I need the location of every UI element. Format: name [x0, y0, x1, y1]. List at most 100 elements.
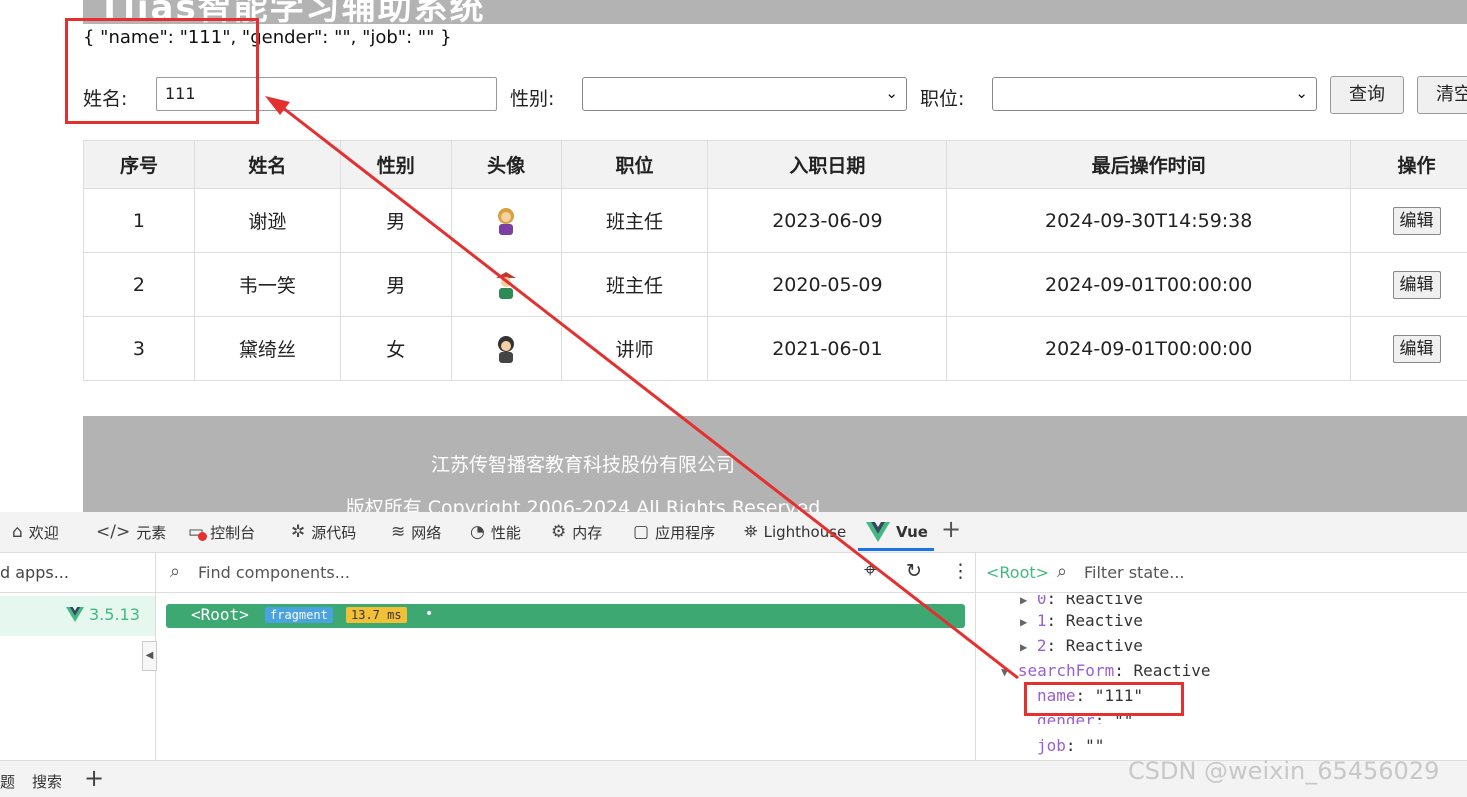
vue-icon	[66, 607, 84, 622]
edit-button[interactable]: 编辑	[1393, 207, 1441, 235]
caret-down-icon: ▼	[1001, 665, 1008, 679]
bottom-tab-search[interactable]: 搜索	[32, 771, 62, 792]
tab-memory[interactable]: ⚙ 内存	[551, 512, 602, 552]
job-label: 职位:	[920, 84, 964, 111]
avatar-image	[492, 206, 520, 236]
avatar-image	[492, 270, 520, 300]
column-header: 入职日期	[708, 141, 947, 189]
home-icon: ⌂	[12, 522, 23, 542]
state-row[interactable]: ▶ 2: Reactive	[1020, 636, 1143, 655]
cell-name: 黛绮丝	[194, 317, 340, 381]
cell-update-time: 2024-09-01T00:00:00	[947, 253, 1351, 317]
gender-select[interactable]: ⌄	[582, 77, 907, 111]
cell-avatar	[451, 317, 561, 381]
fragment-badge: fragment	[265, 607, 333, 623]
add-tab-icon[interactable]: +	[941, 515, 961, 543]
column-header: 操作	[1351, 141, 1467, 189]
tab-label: 源代码	[311, 522, 356, 543]
tab-label: Lighthouse	[764, 523, 847, 541]
dot-icon: •	[425, 606, 433, 622]
table-header-row: 序号 姓名 性别 头像 职位 入职日期 最后操作时间 操作	[84, 141, 1467, 189]
cell-actions: 编辑	[1351, 189, 1467, 253]
edit-button[interactable]: 编辑	[1393, 335, 1441, 363]
render-time-badge: 13.7 ms	[346, 607, 407, 623]
tab-application[interactable]: ▢应用程序	[633, 512, 715, 552]
tab-welcome[interactable]: ⌂欢迎	[12, 512, 59, 552]
console-icon: ▭	[188, 522, 204, 542]
edit-button[interactable]: 编辑	[1393, 271, 1441, 299]
target-icon[interactable]: ⌖	[864, 558, 876, 583]
avatar-image	[492, 334, 520, 364]
cell-update-time: 2024-09-30T14:59:38	[947, 189, 1351, 253]
column-header: 头像	[451, 141, 561, 189]
collapse-pane-button[interactable]: ◀	[142, 641, 157, 671]
table-row: 2 韦一笑 男 班主任 2020-05-09 2024-09-01T00:00:…	[84, 253, 1467, 317]
tab-console[interactable]: ▭ 控制台	[188, 512, 255, 552]
chip-icon: ⚙	[551, 522, 566, 542]
cell-job: 班主任	[561, 189, 708, 253]
gauge-icon: ◔	[470, 522, 485, 542]
cell-index: 1	[84, 189, 195, 253]
cell-name: 谢逊	[194, 189, 340, 253]
cell-update-time: 2024-09-01T00:00:00	[947, 317, 1351, 381]
cell-index: 3	[84, 317, 195, 381]
table-row: 3 黛绮丝 女 讲师 2021-06-01 2024-09-01T00:00:0…	[84, 317, 1467, 381]
footer-company: 江苏传智播客教育科技股份有限公司	[83, 450, 1083, 477]
tab-lighthouse[interactable]: ⛯Lighthouse	[744, 512, 846, 552]
add-tab-icon[interactable]: +	[84, 764, 104, 792]
cell-actions: 编辑	[1351, 317, 1467, 381]
cell-entry-date: 2021-06-01	[708, 317, 947, 381]
column-header: 职位	[561, 141, 708, 189]
column-header: 姓名	[194, 141, 340, 189]
tab-label: 性能	[491, 522, 521, 543]
tab-network[interactable]: ≋网络	[391, 512, 441, 552]
chevron-down-icon: ⌄	[885, 84, 898, 102]
vue-version: 3.5.13	[89, 605, 140, 624]
gender-label: 性别:	[510, 84, 554, 111]
state-key: 2	[1037, 636, 1047, 655]
cell-job: 讲师	[561, 317, 708, 381]
tab-label: 应用程序	[655, 522, 715, 543]
caret-right-icon: ▶	[1020, 640, 1027, 654]
refresh-icon[interactable]: ↻	[906, 560, 922, 582]
job-select[interactable]: ⌄	[992, 77, 1317, 111]
caret-right-icon: ▶	[1020, 615, 1027, 629]
pane-divider	[0, 592, 1467, 593]
state-key: 1	[1037, 611, 1047, 630]
more-options-icon[interactable]: ⋮	[951, 560, 970, 582]
highlight-box-state-name	[1024, 682, 1184, 716]
cell-entry-date: 2020-05-09	[708, 253, 947, 317]
tab-label: 控制台	[210, 522, 255, 543]
apps-search-input[interactable]: d apps...	[0, 563, 69, 582]
cell-gender: 男	[340, 253, 451, 317]
column-header: 最后操作时间	[947, 141, 1351, 189]
cell-avatar	[451, 253, 561, 317]
chevron-down-icon: ⌄	[1295, 84, 1308, 102]
bottom-tab[interactable]: 题	[0, 771, 15, 792]
cell-avatar	[451, 189, 561, 253]
state-row[interactable]: ▶ 1: Reactive	[1020, 611, 1143, 630]
highlight-box-name-input	[65, 18, 259, 124]
state-value: Reactive	[1133, 661, 1210, 680]
tab-vue[interactable]: Vue	[866, 512, 928, 552]
tab-label: Vue	[896, 523, 928, 541]
find-components-input[interactable]: Find components...	[198, 563, 350, 582]
state-value: Reactive	[1066, 636, 1143, 655]
cell-job: 班主任	[561, 253, 708, 317]
tab-label: 元素	[136, 522, 166, 543]
search-icon: ⌕	[1057, 561, 1067, 582]
employee-table: 序号 姓名 性别 头像 职位 入职日期 最后操作时间 操作 1 谢逊 男 班主任…	[83, 140, 1467, 381]
filter-state-input[interactable]: Filter state...	[1084, 563, 1185, 582]
state-key: searchForm	[1018, 661, 1114, 680]
clear-button[interactable]: 清空	[1417, 76, 1467, 114]
tab-performance[interactable]: ◔ 性能	[470, 512, 521, 552]
state-row[interactable]: ▼ searchForm: Reactive	[1001, 661, 1211, 680]
state-row[interactable]: job: ""	[1037, 736, 1104, 755]
query-button[interactable]: 查询	[1330, 76, 1404, 114]
tab-elements[interactable]: </> 元素	[96, 512, 166, 552]
tab-sources[interactable]: ✲源代码	[291, 512, 356, 552]
pane-divider	[975, 552, 976, 760]
vue-icon	[866, 522, 890, 542]
code-icon: </>	[96, 522, 130, 542]
tab-label: 内存	[572, 522, 602, 543]
